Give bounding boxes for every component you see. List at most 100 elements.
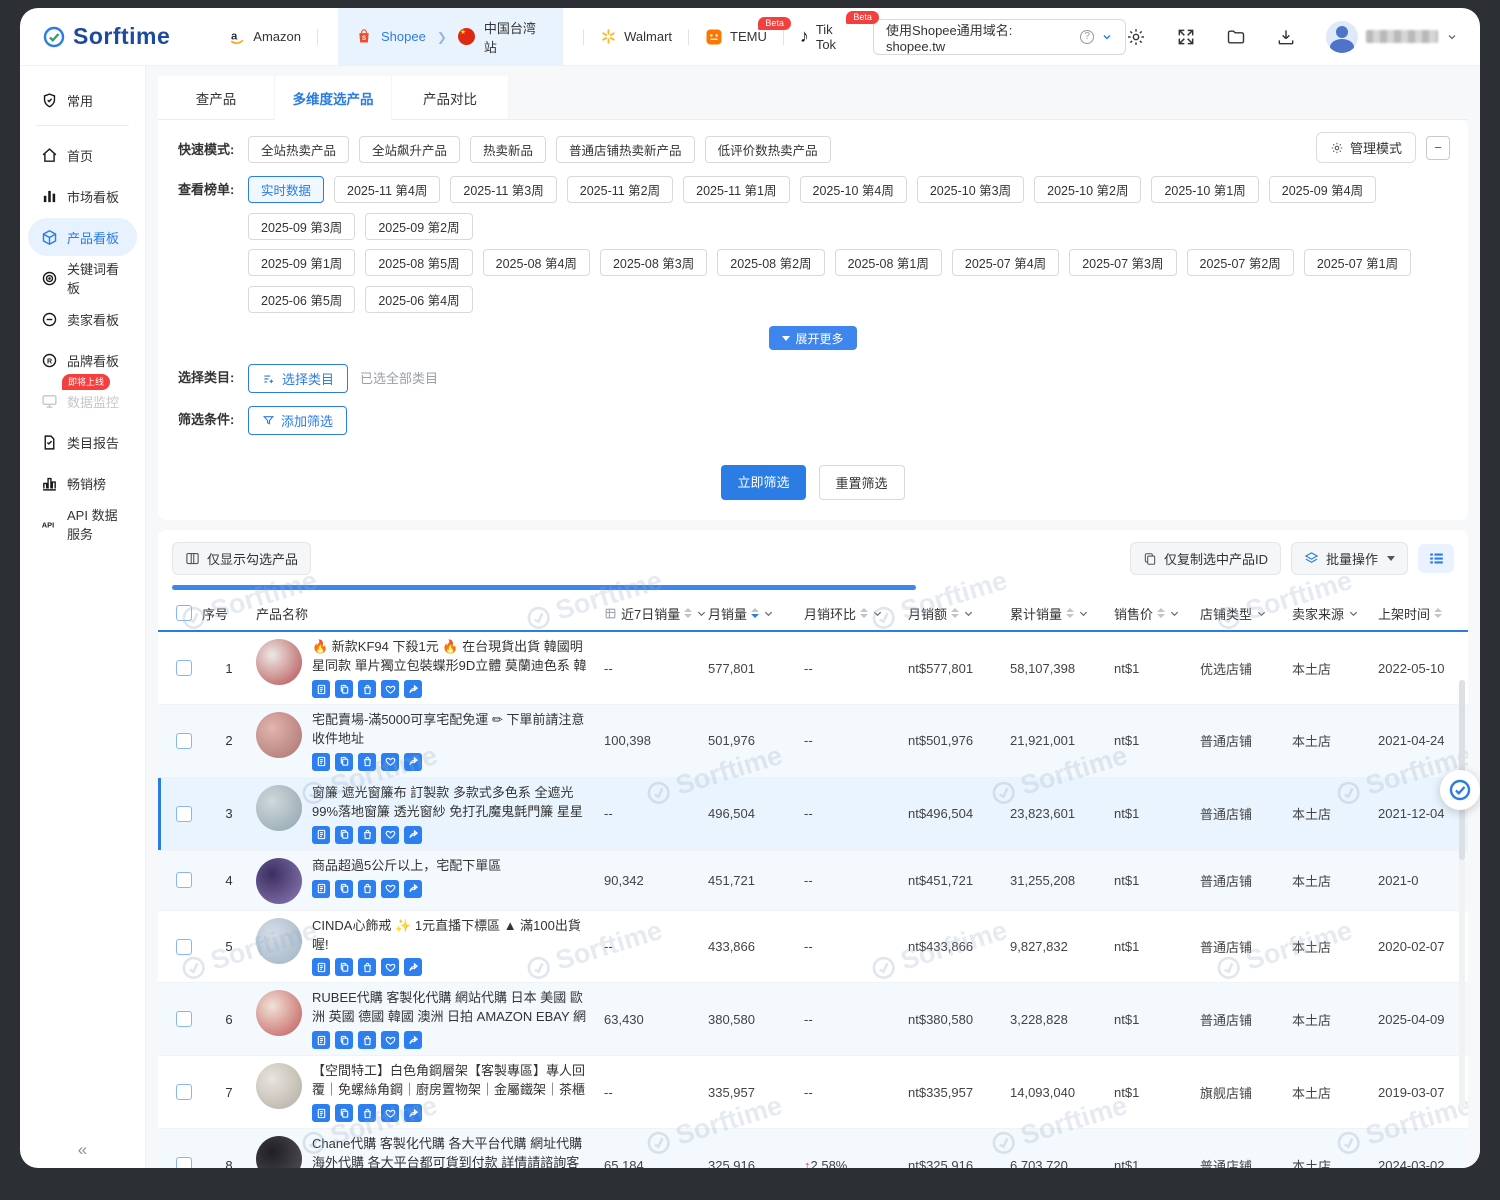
product-copy-icon[interactable] <box>335 880 353 898</box>
product-shop-icon[interactable] <box>358 880 376 898</box>
week-chip[interactable]: 2025-08 第3周 <box>600 249 707 276</box>
sidebar-item-report[interactable]: 类目报告 <box>28 423 137 461</box>
week-chip[interactable]: 2025-07 第3周 <box>1069 249 1176 276</box>
row-checkbox[interactable] <box>176 939 192 955</box>
sidebar-item-product[interactable]: 产品看板 <box>28 218 137 256</box>
product-share-icon[interactable] <box>404 680 422 698</box>
product-shop-icon[interactable] <box>358 958 376 976</box>
column-header-上架时间[interactable]: 上架时间 <box>1378 604 1468 623</box>
quick-mode-chip[interactable]: 低评价数热卖产品 <box>705 136 831 163</box>
sort-carets[interactable] <box>860 608 868 618</box>
product-image[interactable] <box>256 785 302 831</box>
product-image[interactable] <box>256 990 302 1036</box>
sort-carets[interactable] <box>1157 608 1165 618</box>
row-checkbox[interactable] <box>176 1011 192 1027</box>
fullscreen-icon[interactable] <box>1176 27 1196 47</box>
week-chip[interactable]: 2025-10 第4周 <box>800 176 907 203</box>
platform-tiktok[interactable]: ♪ Tik Tok Beta <box>800 22 855 52</box>
product-detail-icon[interactable] <box>312 880 330 898</box>
column-header-近7日销量[interactable]: 近7日销量 <box>604 604 708 623</box>
week-chip[interactable]: 2025-09 第3周 <box>248 213 355 240</box>
week-chip[interactable]: 2025-10 第3周 <box>917 176 1024 203</box>
product-detail-icon[interactable] <box>312 1104 330 1122</box>
table-row[interactable]: 4 商品超過5公斤以上，宅配下單區 90,342 451,721 -- nt$4… <box>158 851 1468 911</box>
sidebar-item-rank[interactable]: 畅销榜 <box>28 464 137 502</box>
product-shop-icon[interactable] <box>358 680 376 698</box>
sidebar-item-monitor[interactable]: 数据监控 即将上线 <box>28 382 137 420</box>
product-shop-icon[interactable] <box>358 753 376 771</box>
week-chip[interactable]: 2025-06 第4周 <box>365 286 472 313</box>
week-chip[interactable]: 2025-07 第1周 <box>1304 249 1411 276</box>
download-icon[interactable] <box>1276 27 1296 47</box>
product-image[interactable] <box>256 639 302 685</box>
platform-amazon[interactable]: a Amazon <box>228 28 301 46</box>
sidebar-item-market[interactable]: 市场看板 <box>28 177 137 215</box>
column-header-产品名称[interactable]: 产品名称 <box>256 604 604 623</box>
week-chip[interactable]: 2025-09 第1周 <box>248 249 355 276</box>
brand-logo[interactable]: Sorftime <box>42 23 170 50</box>
table-row[interactable]: 8 Chane代購 客製化代購 各大平台代購 網址代購 海外代購 各大平台都可貨… <box>158 1129 1468 1168</box>
select-all-checkbox[interactable] <box>176 605 192 621</box>
copy-selected-ids-button[interactable]: 仅复制选中产品ID <box>1130 542 1281 575</box>
add-filter-button[interactable]: 添加筛选 <box>248 406 347 435</box>
product-share-icon[interactable] <box>404 826 422 844</box>
product-detail-icon[interactable] <box>312 680 330 698</box>
table-row[interactable]: 7 【空間特工】白色角鋼層架【客製專區】專人回覆｜免螺絲角鋼｜廚房置物架｜金屬鐵… <box>158 1056 1468 1129</box>
product-shop-icon[interactable] <box>358 826 376 844</box>
week-chip[interactable]: 2025-06 第5周 <box>248 286 355 313</box>
column-header-月销环比[interactable]: 月销环比 <box>804 604 908 623</box>
product-copy-icon[interactable] <box>335 680 353 698</box>
sidebar-item-seller[interactable]: 卖家看板 <box>28 300 137 338</box>
tab-多维度选产品[interactable]: 多维度选产品 <box>275 76 392 120</box>
sidebar-item-keyword[interactable]: 关键词看板 <box>28 259 137 297</box>
table-row[interactable]: 5 CINDA心飾戒 ✨ 1元直播下標區 ▲ 滿100出貨喔! -- 433,8… <box>158 911 1468 984</box>
week-chip[interactable]: 2025-11 第1周 <box>683 176 789 203</box>
column-header-月销量[interactable]: 月销量 <box>708 604 804 623</box>
reset-filter-button[interactable]: 重置筛选 <box>819 465 905 500</box>
row-checkbox[interactable] <box>176 660 192 676</box>
product-image[interactable] <box>256 858 302 904</box>
apply-filter-button[interactable]: 立即筛选 <box>721 465 805 500</box>
column-filter-chevron-icon[interactable] <box>1348 608 1359 619</box>
product-detail-icon[interactable] <box>312 826 330 844</box>
column-header-卖家来源[interactable]: 卖家来源 <box>1292 604 1378 623</box>
product-detail-icon[interactable] <box>312 753 330 771</box>
sort-carets[interactable] <box>1066 608 1074 618</box>
product-detail-icon[interactable] <box>312 1031 330 1049</box>
product-image[interactable] <box>256 918 302 964</box>
product-share-icon[interactable] <box>404 958 422 976</box>
product-copy-icon[interactable] <box>335 958 353 976</box>
product-title[interactable]: 窗簾 遮光窗簾布 訂製款 多款式多色系 全遮光99%落地窗簾 透光窗紗 免打孔魔… <box>312 784 590 822</box>
week-chip[interactable]: 2025-08 第1周 <box>835 249 942 276</box>
column-header-累计销量[interactable]: 累计销量 <box>1010 604 1114 623</box>
week-chip[interactable]: 2025-08 第5周 <box>365 249 472 276</box>
floating-sorftime-button[interactable] <box>1440 770 1480 810</box>
batch-ops-button[interactable]: 批量操作 <box>1291 542 1408 575</box>
product-copy-icon[interactable] <box>335 1104 353 1122</box>
settings-gear-icon[interactable] <box>1126 27 1146 47</box>
show-checked-only-button[interactable]: 仅显示勾选产品 <box>172 542 311 575</box>
product-share-icon[interactable] <box>404 880 422 898</box>
column-header-店铺类型[interactable]: 店铺类型 <box>1200 604 1292 623</box>
domain-select[interactable]: 使用Shopee通用域名: shopee.tw ? <box>873 19 1126 55</box>
product-title[interactable]: RUBEE代購 客製化代購 網站代購 日本 美國 歐洲 英國 德國 韓國 澳洲 … <box>312 989 590 1027</box>
week-chip[interactable]: 2025-07 第2周 <box>1187 249 1294 276</box>
sort-carets[interactable] <box>1434 608 1442 618</box>
product-image[interactable] <box>256 1136 302 1168</box>
product-image[interactable] <box>256 712 302 758</box>
sidebar-item-shield[interactable]: 常用 <box>28 81 137 119</box>
week-chip[interactable]: 2025-08 第4周 <box>483 249 590 276</box>
select-category-button[interactable]: 选择类目 <box>248 364 348 393</box>
row-checkbox[interactable] <box>176 806 192 822</box>
product-favorite-icon[interactable] <box>381 680 399 698</box>
product-title[interactable]: 商品超過5公斤以上，宅配下單區 <box>312 857 501 876</box>
product-copy-icon[interactable] <box>335 1031 353 1049</box>
column-filter-chevron-icon[interactable] <box>1169 608 1180 619</box>
product-share-icon[interactable] <box>404 1104 422 1122</box>
column-filter-chevron-icon[interactable] <box>963 608 974 619</box>
product-title[interactable]: CINDA心飾戒 ✨ 1元直播下標區 ▲ 滿100出貨喔! <box>312 917 590 955</box>
column-filter-chevron-icon[interactable] <box>763 608 774 619</box>
manage-mode-button[interactable]: 管理模式 <box>1316 132 1416 163</box>
product-share-icon[interactable] <box>404 1031 422 1049</box>
product-title[interactable]: 宅配賣場-滿5000可享宅配免運 ✏ 下單前請注意收件地址 <box>312 711 590 749</box>
